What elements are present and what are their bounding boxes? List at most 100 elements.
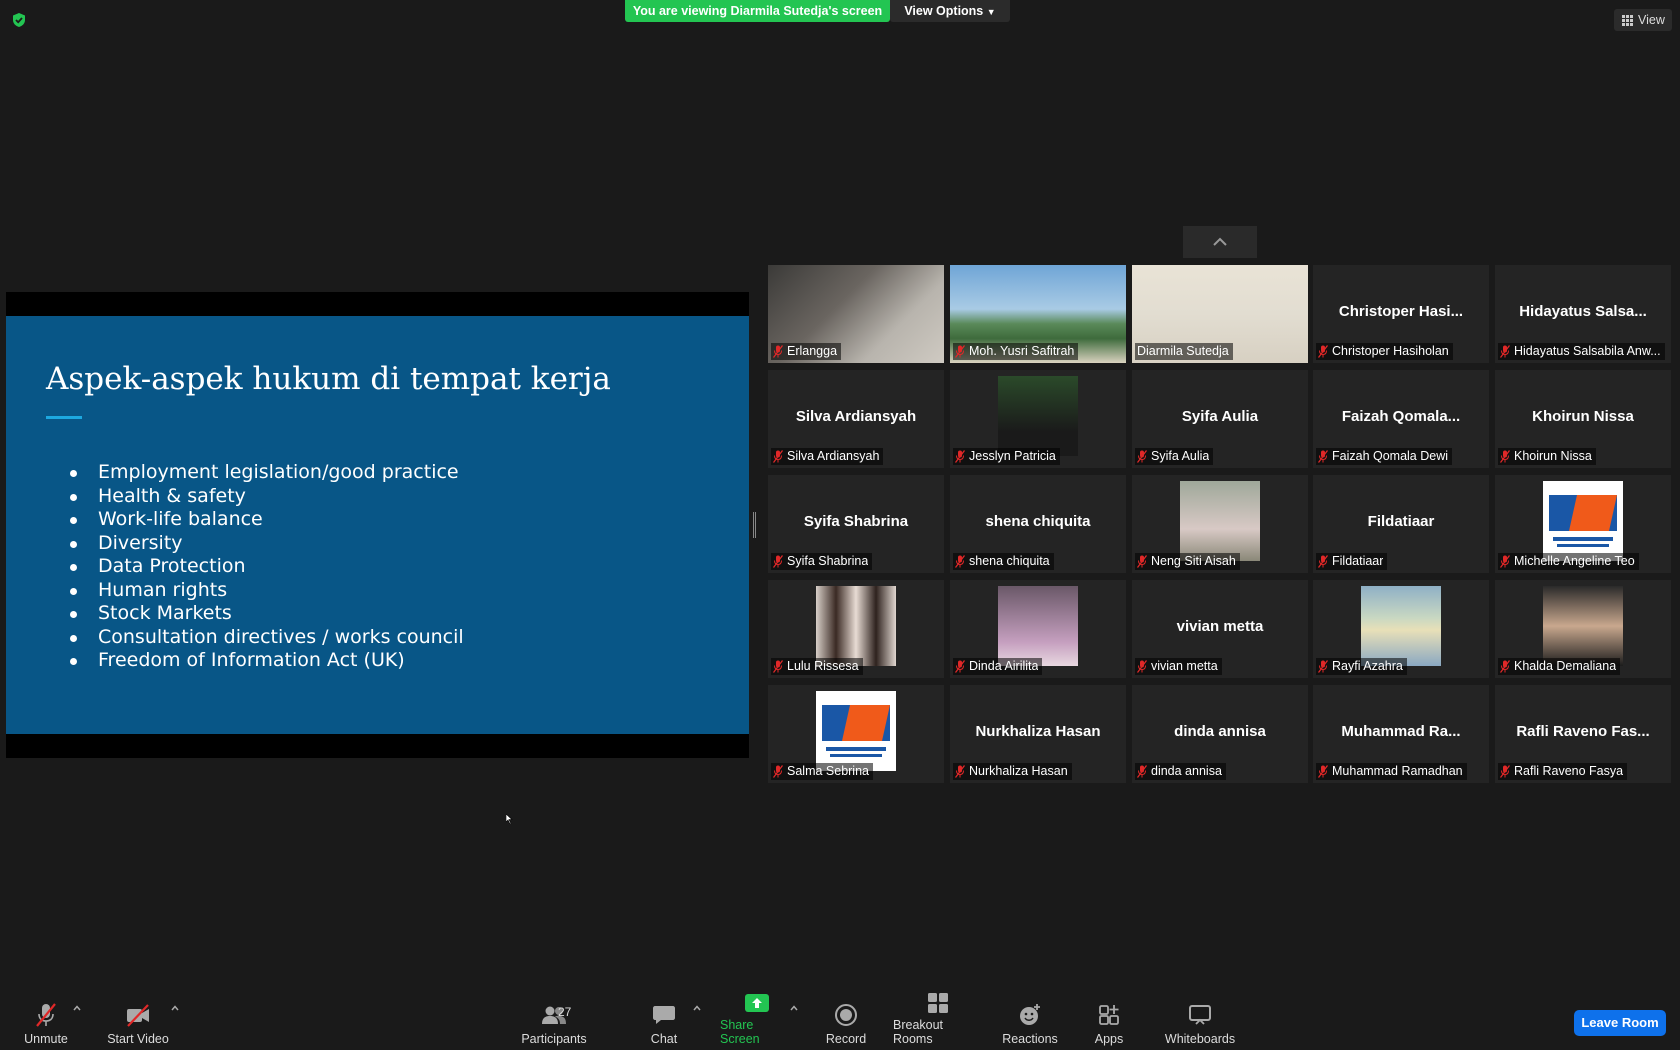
participant-tile[interactable]: Rafli Raveno Fas... Rafli Raveno Fasya <box>1495 685 1671 783</box>
share-screen-button[interactable]: Share Screen <box>720 994 794 1046</box>
apps-button[interactable]: Apps <box>1093 996 1125 1046</box>
participant-name-display: Silva Ardiansyah <box>795 408 917 425</box>
participant-name-label: Faizah Qomala Dewi <box>1316 448 1453 465</box>
participant-name-label: Fildatiaar <box>1316 553 1388 570</box>
participant-name-display: Khoirun Nissa <box>1532 408 1634 425</box>
chat-button[interactable]: Chat <box>648 996 680 1046</box>
participant-tile[interactable]: vivian metta vivian metta <box>1132 580 1308 678</box>
participant-tile[interactable]: Salma Sebrina <box>768 685 944 783</box>
microphone-muted-icon <box>773 660 783 673</box>
participant-tile[interactable]: shena chiquita shena chiquita <box>950 475 1126 573</box>
view-options-label: View Options <box>904 4 984 18</box>
reactions-label: Reactions <box>1002 1032 1058 1046</box>
slide-bullet: Data Protection <box>58 555 464 579</box>
profile-photo <box>1180 481 1260 561</box>
participant-tile[interactable]: Khalda Demaliana <box>1495 580 1671 678</box>
participant-name-display: dinda annisa <box>1174 723 1266 740</box>
microphone-muted-icon <box>1318 450 1328 463</box>
participant-tile[interactable]: Diarmila Sutedja <box>1132 265 1308 363</box>
profile-photo <box>1361 586 1441 666</box>
participant-name-label: Michelle Angeline Teo <box>1498 553 1639 570</box>
participant-name-display: Rafli Raveno Fas... <box>1516 723 1650 740</box>
microphone-muted-icon <box>955 555 965 568</box>
participant-name-display: Nurkhaliza Hasan <box>975 723 1101 740</box>
participant-name-label: Salma Sebrina <box>771 763 873 780</box>
record-button[interactable]: Record <box>826 996 866 1046</box>
participant-tile[interactable]: Syifa Shabrina Syifa Shabrina <box>768 475 944 573</box>
start-video-button[interactable]: Start Video <box>106 996 170 1046</box>
microphone-muted-icon <box>1137 555 1147 568</box>
participant-tile[interactable]: Neng Siti Aisah <box>1132 475 1308 573</box>
slide-title-underline <box>46 416 82 419</box>
participant-tile[interactable]: dinda annisa dinda annisa <box>1132 685 1308 783</box>
participant-name-label: Hidayatus Salsabila Anw... <box>1498 343 1665 360</box>
share-options-caret-icon[interactable] <box>789 1004 799 1012</box>
share-screen-icon <box>745 994 769 1012</box>
participant-tile[interactable]: Khoirun Nissa Khoirun Nissa <box>1495 370 1671 468</box>
participant-tile[interactable]: Syifa Aulia Syifa Aulia <box>1132 370 1308 468</box>
view-options-button[interactable]: View Options ▼ <box>890 0 1010 22</box>
microphone-muted-icon <box>1137 450 1147 463</box>
participant-name: Syifa Aulia <box>1151 449 1210 463</box>
participant-name: Nurkhaliza Hasan <box>969 764 1068 778</box>
audio-options-caret-icon[interactable] <box>72 1004 82 1012</box>
microphone-muted-icon <box>1500 555 1510 568</box>
participant-name: dinda annisa <box>1151 764 1222 778</box>
participant-name-label: Jesslyn Patricia <box>953 448 1060 465</box>
profile-photo <box>1543 586 1623 666</box>
whiteboards-button[interactable]: Whiteboards <box>1162 996 1238 1046</box>
participant-name-label: Moh. Yusri Safitrah <box>953 343 1079 360</box>
record-label: Record <box>825 1032 867 1046</box>
participant-name-display: Hidayatus Salsa... <box>1519 303 1647 320</box>
microphone-muted-icon <box>1500 345 1510 358</box>
microphone-muted-icon <box>955 765 965 778</box>
slide-bullet: Diversity <box>58 532 464 556</box>
profile-photo <box>998 586 1078 666</box>
view-button[interactable]: View <box>1614 9 1672 31</box>
microphone-muted-icon <box>773 345 783 358</box>
chevron-down-icon: ▼ <box>986 7 996 17</box>
grid-view-icon <box>1622 14 1633 26</box>
mouse-cursor-icon <box>506 814 513 824</box>
participant-tile[interactable]: Fildatiaar Fildatiaar <box>1313 475 1489 573</box>
slide-title: Aspek-aspek hukum di tempat kerja <box>46 361 611 397</box>
participant-tile[interactable]: Erlangga <box>768 265 944 363</box>
leave-room-button[interactable]: Leave Room <box>1574 1010 1666 1036</box>
panel-splitter-handle[interactable] <box>753 512 756 538</box>
participant-tile[interactable]: Christoper Hasi... Christoper Hasiholan <box>1313 265 1489 363</box>
apps-label: Apps <box>1094 1032 1124 1046</box>
participant-tile[interactable]: Faizah Qomala... Faizah Qomala Dewi <box>1313 370 1489 468</box>
participant-tile[interactable]: Hidayatus Salsa... Hidayatus Salsabila An… <box>1495 265 1671 363</box>
reactions-button[interactable]: Reactions <box>1002 996 1058 1046</box>
chat-options-caret-icon[interactable] <box>692 1004 702 1012</box>
participant-tile[interactable]: Michelle Angeline Teo <box>1495 475 1671 573</box>
participant-name: Fildatiaar <box>1332 554 1384 568</box>
participant-tile[interactable]: Jesslyn Patricia <box>950 370 1126 468</box>
breakout-rooms-button[interactable]: Breakout Rooms <box>893 993 983 1046</box>
participant-tile[interactable]: Rayfi Azahra <box>1313 580 1489 678</box>
participant-tile[interactable]: Silva Ardiansyah Silva Ardiansyah <box>768 370 944 468</box>
organization-logo <box>816 691 896 771</box>
participant-tile[interactable]: Nurkhaliza Hasan Nurkhaliza Hasan <box>950 685 1126 783</box>
participant-tile[interactable]: Moh. Yusri Safitrah <box>950 265 1126 363</box>
participant-name-display: Syifa Shabrina <box>803 513 909 530</box>
security-shield-icon[interactable] <box>11 12 27 28</box>
participant-name-label: Muhammad Ramadhan <box>1316 763 1467 780</box>
participants-button[interactable]: 27 Participants <box>520 996 588 1046</box>
participant-name: Faizah Qomala Dewi <box>1332 449 1449 463</box>
reactions-smiley-icon <box>1020 1004 1040 1025</box>
microphone-muted-icon <box>1137 765 1147 778</box>
slide-bullet: Human rights <box>58 579 464 603</box>
collapse-gallery-button[interactable] <box>1183 226 1257 258</box>
participant-name-label: Syifa Shabrina <box>771 553 873 570</box>
participant-name-display: Fildatiaar <box>1367 513 1435 530</box>
unmute-button[interactable]: Unmute <box>20 996 72 1046</box>
video-options-caret-icon[interactable] <box>170 1004 180 1012</box>
participant-name-label: Nurkhaliza Hasan <box>953 763 1072 780</box>
participant-tile[interactable]: Lulu Rissesa <box>768 580 944 678</box>
participant-tile[interactable]: Dinda Airilita <box>950 580 1126 678</box>
microphone-muted-icon <box>1318 345 1328 358</box>
slide-bullet: Stock Markets <box>58 602 464 626</box>
video-camera-off-icon <box>127 1004 149 1027</box>
participant-tile[interactable]: Muhammad Ra... Muhammad Ramadhan <box>1313 685 1489 783</box>
